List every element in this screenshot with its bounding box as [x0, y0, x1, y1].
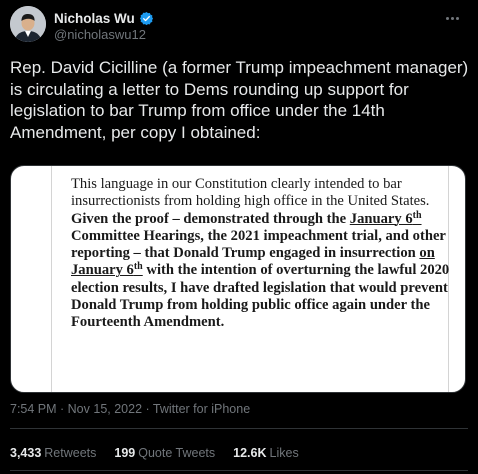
engagement-stats: 3,433 Retweets 199 Quote Tweets 12.6K Likes: [10, 446, 317, 460]
quote-tweets-stat[interactable]: 199 Quote Tweets: [114, 446, 215, 460]
verified-badge-icon: [139, 11, 153, 25]
tweet: Nicholas Wu @nicholaswu12 Rep. David Cic…: [0, 0, 478, 474]
avatar[interactable]: [10, 6, 46, 42]
author-name-row: Nicholas Wu: [54, 9, 154, 27]
likes-stat[interactable]: 12.6K Likes: [233, 446, 299, 460]
more-options-icon[interactable]: [440, 8, 464, 28]
divider: [10, 428, 468, 429]
document-text: This language in our Constitution clearl…: [71, 176, 450, 331]
author-handle[interactable]: @nicholaswu12: [54, 27, 146, 42]
tweet-text: Rep. David Cicilline (a former Trump imp…: [10, 58, 469, 142]
divider: [10, 470, 468, 471]
retweets-stat[interactable]: 3,433 Retweets: [10, 446, 96, 460]
display-name[interactable]: Nicholas Wu: [54, 11, 135, 26]
tweet-timestamp[interactable]: 7:54 PM · Nov 15, 2022 · Twitter for iPh…: [10, 402, 250, 416]
document-excerpt: This language in our Constitution clearl…: [51, 166, 449, 392]
tweet-media-image[interactable]: This language in our Constitution clearl…: [10, 165, 466, 393]
